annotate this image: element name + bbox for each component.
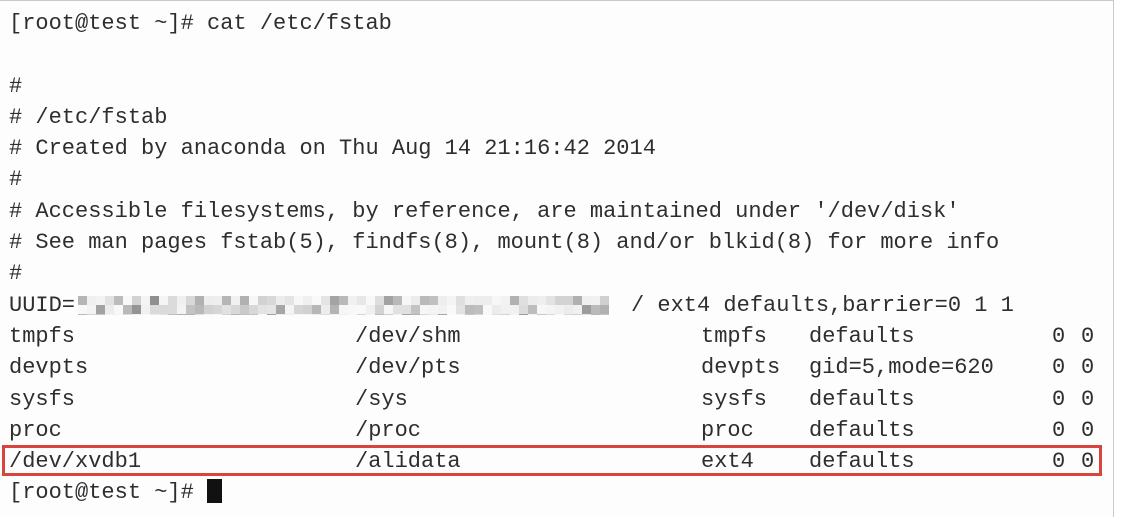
fstab-dump: 0 <box>1052 386 1066 412</box>
fstab-comment-line: # See man pages fstab(5), findfs(8), mou… <box>9 230 1000 256</box>
fstab-device: /dev/xvdb1 <box>9 449 142 475</box>
fstab-row: proc /proc proc defaults 0 0 <box>9 415 1113 446</box>
fstab-device: devpts <box>9 355 89 381</box>
terminal-screenshot: [root@test ~]# cat /etc/fstab # # /etc/f… <box>0 0 1125 517</box>
fstab-row-highlighted: /dev/xvdb1 /alidata ext4 defaults 0 0 <box>9 446 1113 477</box>
fstab-pass: 0 <box>1081 449 1095 475</box>
fstab-type: tmpfs <box>701 323 768 349</box>
fstab-type: ext4 <box>701 449 754 475</box>
fstab-options: gid=5,mode=620 <box>809 355 994 381</box>
fstab-type: proc <box>701 417 754 443</box>
command-line: [root@test ~]# cat /etc/fstab <box>9 11 392 36</box>
uuid-label: UUID= <box>9 292 76 318</box>
fstab-device: sysfs <box>9 386 76 412</box>
fstab-mount: /sys <box>355 386 408 412</box>
fstab-mount: /alidata <box>355 449 461 475</box>
fstab-comment-line: # <box>9 261 23 287</box>
fstab-comment-line: # Created by anaconda on Thu Aug 14 21:1… <box>9 136 656 162</box>
fstab-comment-line: # /etc/fstab <box>9 104 168 130</box>
fstab-dump: 0 <box>1052 355 1066 381</box>
fstab-pass: 0 <box>1081 386 1095 412</box>
fstab-row-uuid: UUID= / ext4 defaults,barrier=0 1 1 <box>9 290 1113 321</box>
fstab-row: tmpfs /dev/shm tmpfs defaults 0 0 <box>9 321 1113 352</box>
redacted-uuid-value <box>78 295 609 315</box>
fstab-dump: 0 <box>1052 323 1066 349</box>
fstab-pass: 0 <box>1081 417 1095 443</box>
prompt-text: [root@test ~]# <box>9 480 208 506</box>
block-cursor <box>207 479 223 504</box>
fstab-comment-line: # <box>9 73 23 99</box>
terminal-output[interactable]: [root@test ~]# cat /etc/fstab # # /etc/f… <box>0 0 1113 517</box>
fstab-device: tmpfs <box>9 323 76 349</box>
fstab-options: defaults <box>809 449 915 475</box>
fstab-row: sysfs /sys sysfs defaults 0 0 <box>9 384 1113 415</box>
prompt-line[interactable]: [root@test ~]# <box>9 477 1113 508</box>
fstab-dump: 0 <box>1052 449 1066 475</box>
window-right-margin <box>1114 0 1125 517</box>
fstab-dump: 0 <box>1052 417 1066 443</box>
fstab-mount: /dev/pts <box>355 355 461 381</box>
fstab-options: defaults <box>809 323 915 349</box>
fstab-device: proc <box>9 417 62 443</box>
fstab-row: devpts /dev/pts devpts gid=5,mode=620 0 … <box>9 352 1113 383</box>
fstab-options: defaults <box>809 386 915 412</box>
fstab-type: sysfs <box>701 386 768 412</box>
fstab-type: devpts <box>701 355 781 381</box>
window-right-edge <box>1113 0 1114 517</box>
fstab-pass: 0 <box>1081 355 1095 381</box>
fstab-mount: /proc <box>355 417 422 443</box>
fstab-mount: /dev/shm <box>355 323 461 349</box>
fstab-comment-line: # <box>9 167 23 193</box>
fstab-pass: 0 <box>1081 323 1095 349</box>
fstab-options: defaults <box>809 417 915 443</box>
fstab-uuid-row-rest: / ext4 defaults,barrier=0 1 1 <box>631 292 1014 318</box>
fstab-comment-line: # Accessible filesystems, by reference, … <box>9 198 960 224</box>
